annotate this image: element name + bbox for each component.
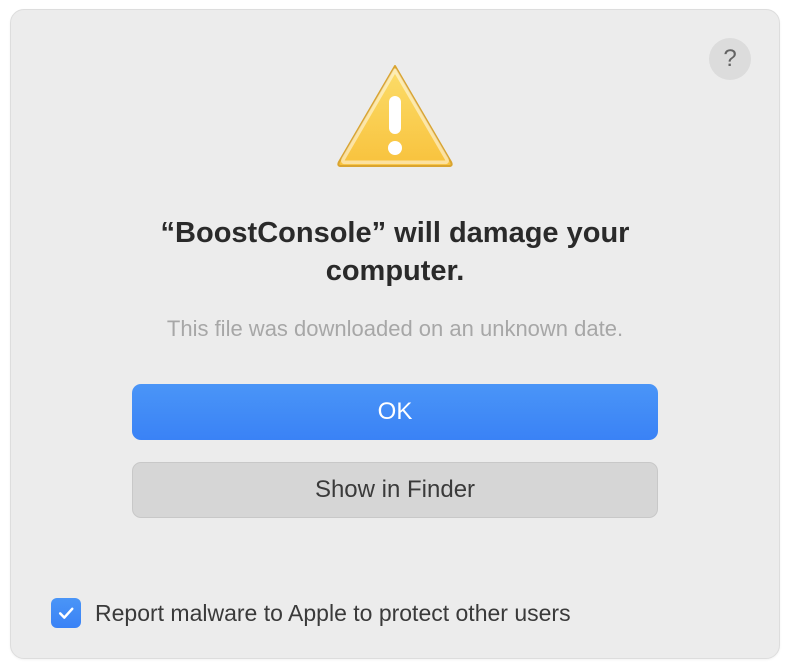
malware-warning-dialog: ? “BoostConsole” will damage your comput… (10, 9, 780, 659)
show-in-finder-label: Show in Finder (315, 476, 475, 504)
ok-button-label: OK (378, 398, 413, 426)
report-malware-row: Report malware to Apple to protect other… (51, 598, 571, 628)
checkmark-icon (56, 603, 76, 623)
ok-button[interactable]: OK (132, 384, 658, 440)
warning-icon (333, 60, 457, 177)
help-icon: ? (723, 45, 736, 73)
report-malware-checkbox[interactable] (51, 598, 81, 628)
dialog-title: “BoostConsole” will damage your computer… (115, 215, 675, 290)
report-malware-label: Report malware to Apple to protect other… (95, 600, 571, 627)
dialog-subtitle: This file was downloaded on an unknown d… (167, 316, 623, 342)
help-button[interactable]: ? (709, 38, 751, 80)
show-in-finder-button[interactable]: Show in Finder (132, 462, 658, 518)
